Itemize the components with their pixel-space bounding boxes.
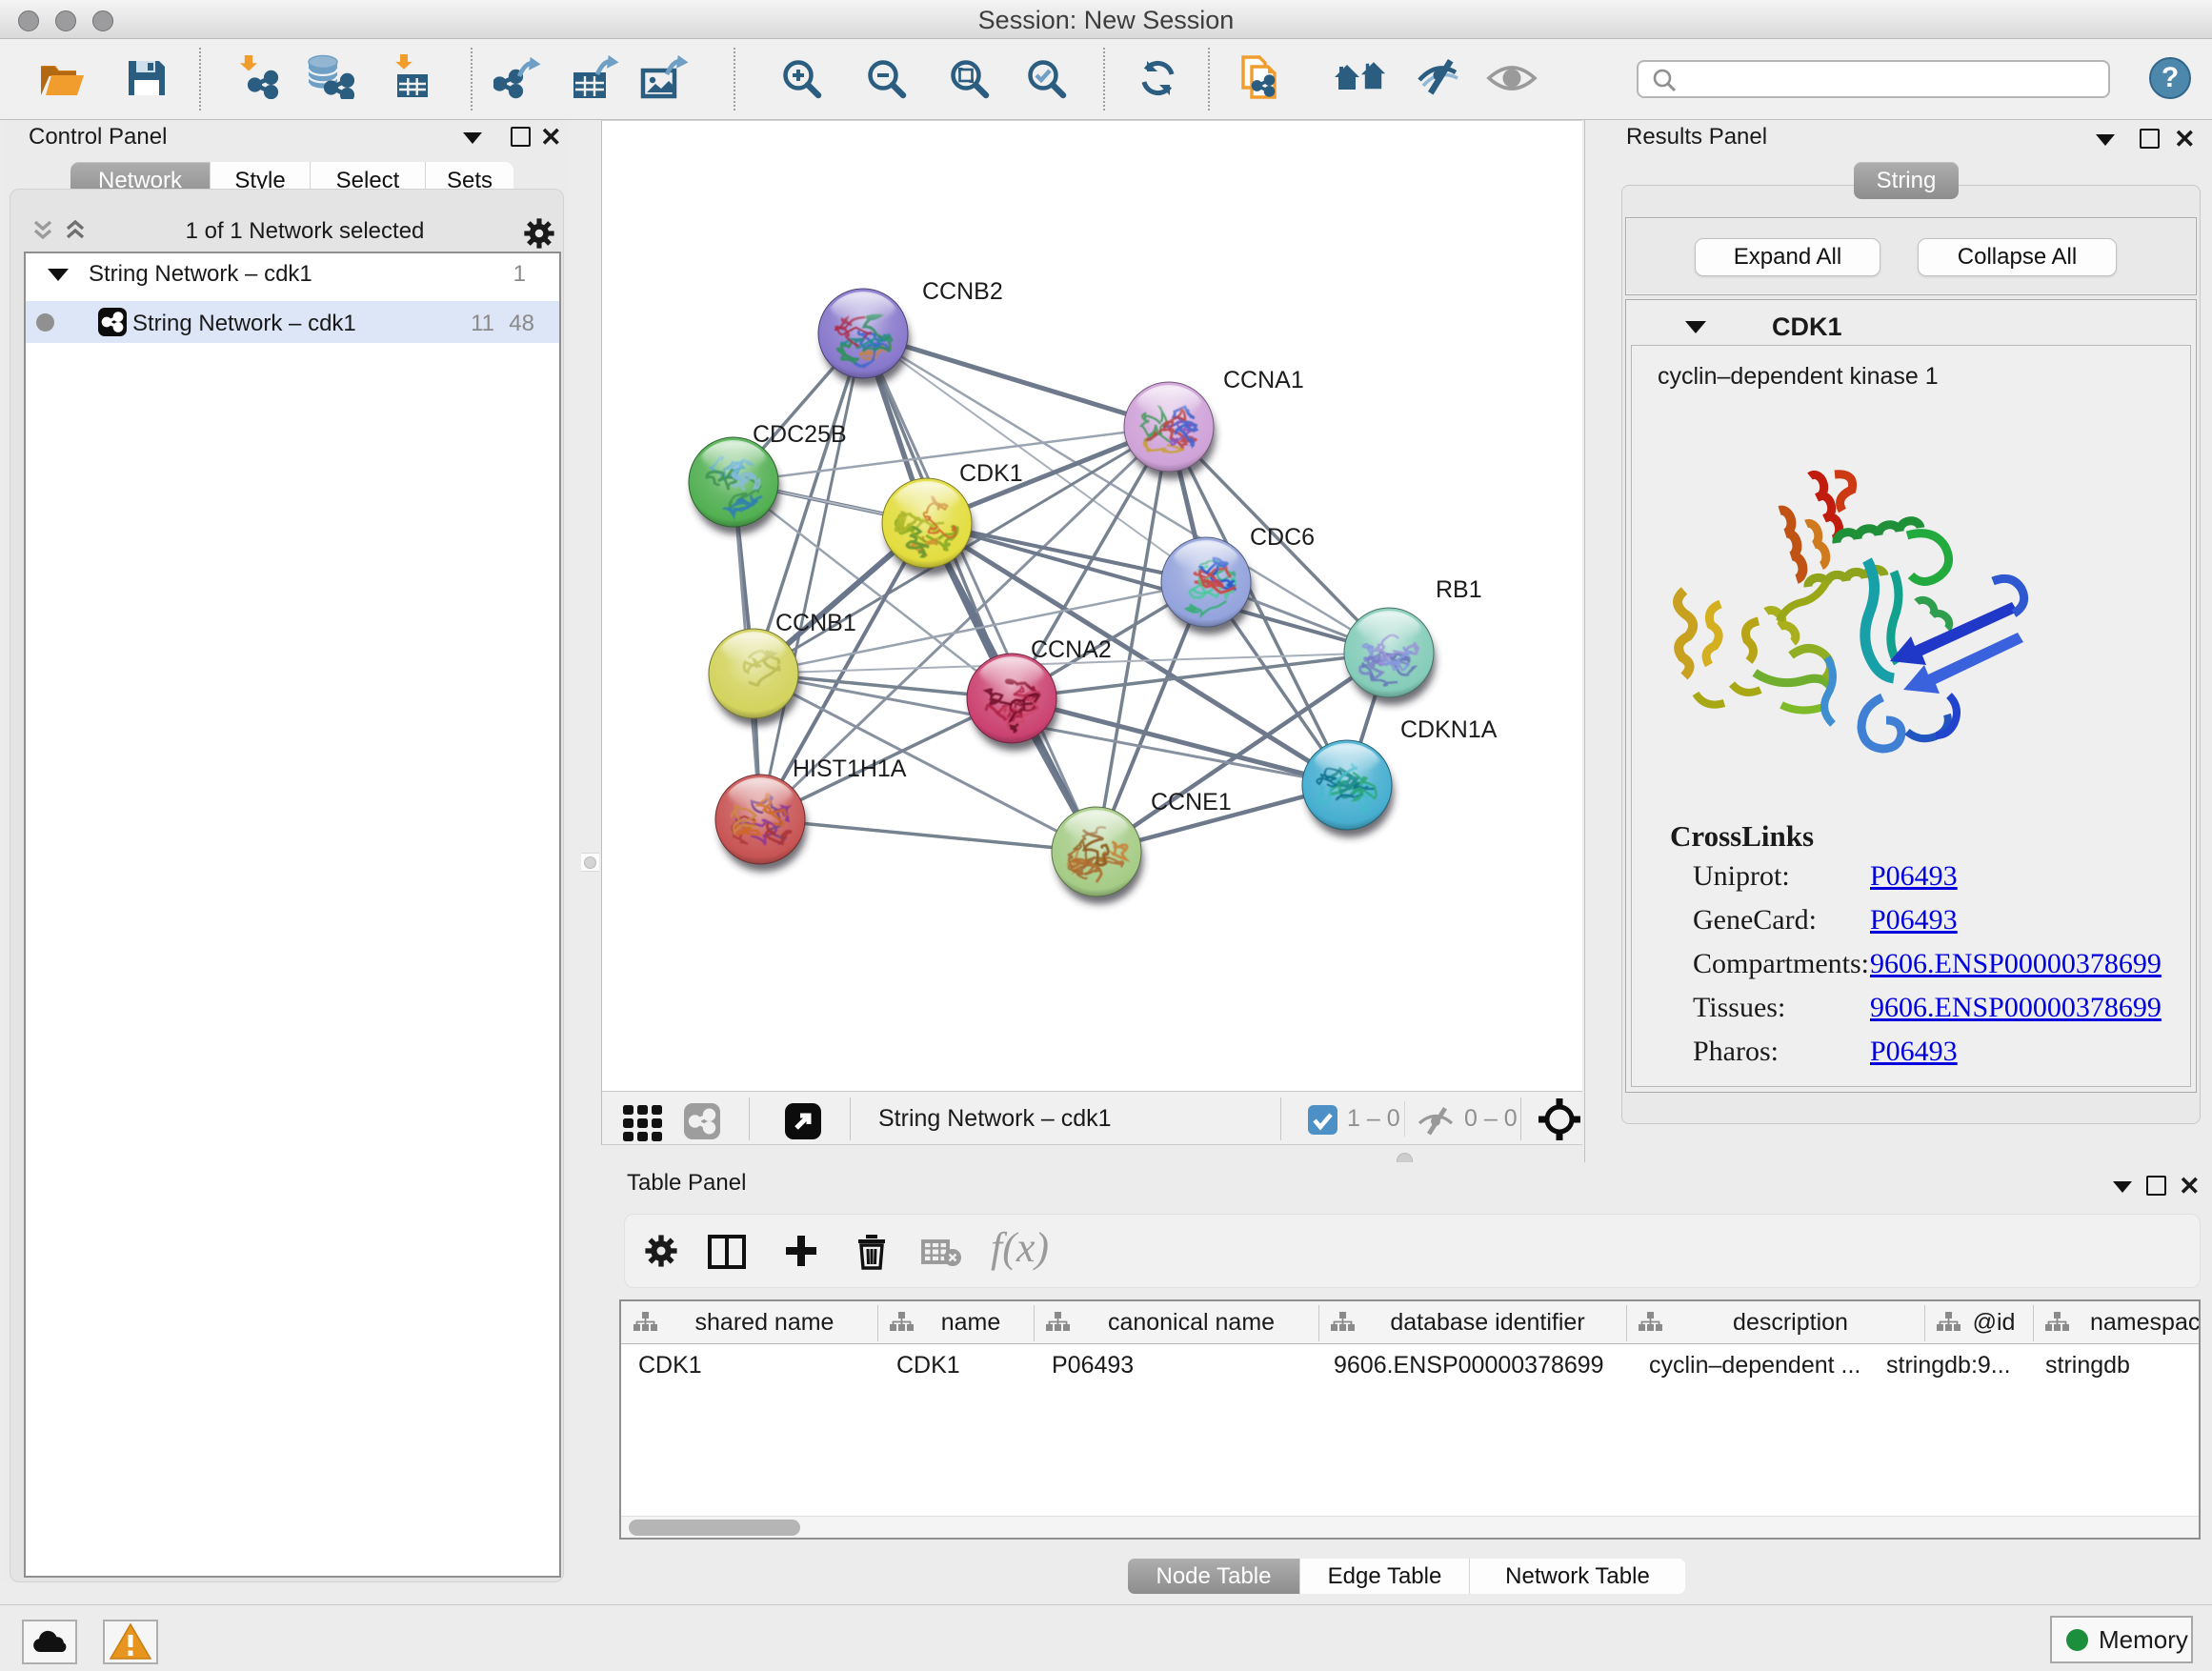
svg-text:CDC25B: CDC25B	[753, 421, 847, 448]
svg-text:CDC6: CDC6	[1250, 524, 1315, 551]
svg-text:CCNA1: CCNA1	[1223, 367, 1304, 393]
svg-text:CDK1: CDK1	[959, 460, 1023, 487]
svg-text:RB1: RB1	[1436, 576, 1482, 603]
svg-text:CCNB2: CCNB2	[922, 278, 1003, 305]
svg-text:CCNB1: CCNB1	[775, 610, 856, 636]
svg-text:CDKN1A: CDKN1A	[1400, 716, 1498, 743]
svg-text:CCNE1: CCNE1	[1151, 789, 1232, 815]
svg-text:CCNA2: CCNA2	[1031, 636, 1112, 663]
svg-text:?: ?	[2162, 62, 2179, 93]
svg-text:HIST1H1A: HIST1H1A	[793, 755, 907, 782]
